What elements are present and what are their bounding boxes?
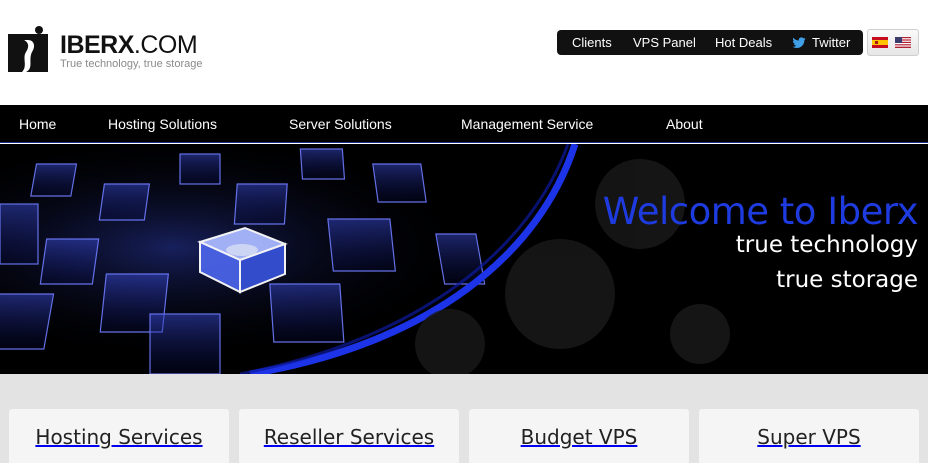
- top-links-bar: Clients VPS Panel Hot Deals Twitter: [557, 30, 863, 55]
- nav-server-solutions[interactable]: Server Solutions: [289, 105, 392, 143]
- hero-cubes-graphic: [0, 144, 928, 374]
- spain-flag-icon[interactable]: [872, 37, 888, 48]
- vps-panel-link[interactable]: VPS Panel: [633, 30, 696, 55]
- hero-subtitle-storage: true storage: [776, 267, 918, 293]
- twitter-link[interactable]: Twitter: [812, 30, 850, 55]
- nav-about[interactable]: About: [666, 105, 703, 143]
- site-logo[interactable]: IBERX.COM True technology, true storage: [8, 24, 228, 76]
- hot-deals-link[interactable]: Hot Deals: [715, 30, 772, 55]
- services-row: Hosting Services Reseller Services Budge…: [0, 374, 928, 463]
- logo-i-icon: [8, 26, 48, 72]
- hero-subtitle-technology: true technology: [735, 232, 918, 258]
- nav-management-service[interactable]: Management Service: [461, 105, 593, 143]
- card-super-vps[interactable]: Super VPS: [699, 409, 919, 463]
- nav-hosting-solutions[interactable]: Hosting Solutions: [108, 105, 217, 143]
- card-label: Super VPS: [757, 425, 861, 449]
- card-budget-vps[interactable]: Budget VPS: [469, 409, 689, 463]
- card-hosting-services[interactable]: Hosting Services: [9, 409, 229, 463]
- clients-link[interactable]: Clients: [572, 30, 612, 55]
- card-label: Hosting Services: [35, 425, 203, 449]
- us-flag-icon[interactable]: [895, 37, 911, 48]
- language-selector: [867, 29, 919, 56]
- brand-tagline: True technology, true storage: [60, 58, 203, 70]
- card-label: Reseller Services: [263, 425, 435, 449]
- card-label: Budget VPS: [520, 425, 638, 449]
- nav-home[interactable]: Home: [19, 105, 56, 143]
- twitter-bird-icon: [792, 37, 806, 49]
- site-header: IBERX.COM True technology, true storage …: [0, 0, 928, 105]
- card-reseller-services[interactable]: Reseller Services: [239, 409, 459, 463]
- hero-banner: Welcome to Iberx true technology true st…: [0, 144, 928, 374]
- main-nav: Home Hosting Solutions Server Solutions …: [0, 105, 928, 143]
- hero-title: Welcome to Iberx: [602, 190, 919, 233]
- brand-name: IBERX.COM: [60, 31, 198, 59]
